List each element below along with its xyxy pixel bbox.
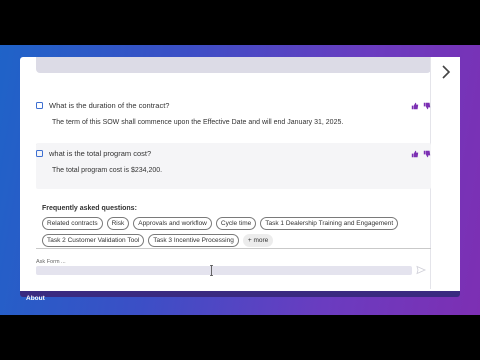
select-checkbox[interactable] — [36, 102, 43, 109]
qa-item-cost: what is the total program cost? The tota… — [36, 143, 431, 189]
question-text: what is the total program cost? — [49, 149, 152, 158]
faq-chip-list: Related contracts Risk Approvals and wor… — [42, 217, 422, 247]
text-cursor-icon — [210, 265, 213, 276]
question-text: What is the duration of the contract? — [49, 101, 170, 110]
faq-chip[interactable]: Task 2 Customer Validation Tool — [42, 234, 145, 247]
faq-chip[interactable]: Task 1 Dealership Training and Engagemen… — [260, 217, 399, 230]
thumbs-up-icon[interactable] — [411, 150, 419, 158]
faq-chip[interactable]: Risk — [106, 217, 130, 230]
thumbs-up-icon[interactable] — [411, 102, 419, 110]
ask-label: Ask Form ... — [36, 259, 66, 265]
faq-chip[interactable]: Cycle time — [215, 217, 257, 230]
chat-panel: What is the duration of the contract? Th… — [20, 57, 460, 297]
qa-item-duration: What is the duration of the contract? Th… — [36, 101, 431, 145]
previous-message-strip — [36, 57, 431, 73]
chevron-right-icon — [441, 65, 450, 79]
faq-title: Frequently asked questions: — [42, 205, 137, 212]
faq-chip[interactable]: Task 3 Incentive Processing — [148, 234, 239, 247]
expand-panel-button[interactable] — [430, 57, 460, 289]
send-icon[interactable] — [416, 265, 426, 275]
ask-input[interactable] — [36, 266, 412, 275]
divider — [36, 248, 431, 249]
thumbs-down-icon[interactable] — [423, 102, 431, 110]
app-stage: What is the duration of the contract? Th… — [0, 45, 480, 315]
thumbs-down-icon[interactable] — [423, 150, 431, 158]
select-checkbox[interactable] — [36, 150, 43, 157]
answer-text: The term of this SOW shall commence upon… — [52, 119, 344, 126]
faq-section: Frequently asked questions: Related cont… — [42, 205, 422, 247]
more-chips-button[interactable]: + more — [242, 234, 274, 247]
faq-chip[interactable]: Approvals and workflow — [133, 217, 212, 230]
faq-chip[interactable]: Related contracts — [42, 217, 103, 230]
answer-text: The total program cost is $234,200. — [52, 167, 163, 174]
about-link[interactable]: About — [26, 295, 45, 302]
